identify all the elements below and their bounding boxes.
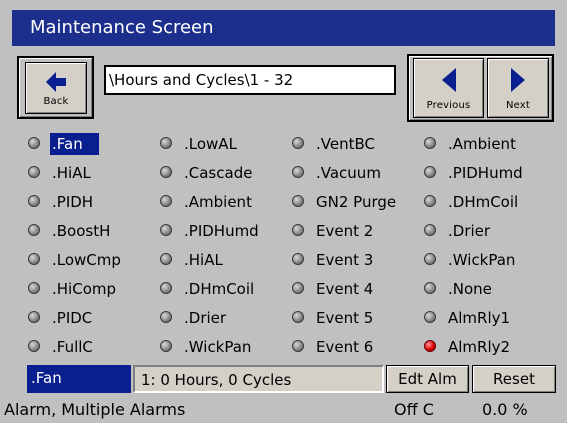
left-arrow-icon: [46, 72, 66, 92]
led-off-icon: [160, 311, 172, 323]
led-off-icon: [28, 137, 40, 149]
percent-text: 0.0 %: [482, 400, 528, 419]
counter-item-label: .HiAL: [52, 164, 91, 182]
led-off-icon: [424, 224, 436, 236]
counter-item-label: .LowCmp: [52, 251, 121, 269]
counter-item-label: .Ambient: [448, 135, 516, 153]
counter-item-label: GN2 Purge: [316, 193, 397, 211]
led-off-icon: [28, 311, 40, 323]
led-off-icon: [292, 195, 304, 207]
counter-item-label: .WickPan: [184, 338, 252, 356]
counter-item-label: .Ambient: [184, 193, 252, 211]
led-off-icon: [160, 282, 172, 294]
counter-item-label: Event 6: [316, 338, 374, 356]
led-on-icon: [424, 340, 436, 352]
counter-item-label: .PIDHumd: [448, 164, 523, 182]
back-button[interactable]: Back: [25, 62, 87, 114]
counter-item-label: .BoostH: [52, 222, 111, 240]
previous-label: Previous: [426, 100, 471, 111]
counter-item-label: .Drier: [448, 222, 491, 240]
counter-item-label: Event 4: [316, 280, 374, 298]
led-off-icon: [292, 340, 304, 352]
counter-item-label: .HiComp: [52, 280, 116, 298]
led-off-icon: [424, 166, 436, 178]
screen-title: Maintenance Screen: [12, 10, 555, 46]
led-off-icon: [28, 224, 40, 236]
led-off-icon: [160, 253, 172, 265]
led-off-icon: [28, 166, 40, 178]
counter-item-label: Event 3: [316, 251, 374, 269]
counter-item-label: .VentBC: [316, 135, 375, 153]
counter-item-label: .Vacuum: [316, 164, 381, 182]
counter-item-label: Event 5: [316, 309, 374, 327]
counter-item-label: .None: [448, 280, 492, 298]
selected-item-field: .Fan: [27, 365, 131, 393]
led-off-icon: [160, 340, 172, 352]
left-triangle-icon: [441, 68, 456, 92]
led-off-icon: [28, 253, 40, 265]
counter-item-label: .Fan: [50, 133, 99, 155]
led-off-icon: [424, 195, 436, 207]
led-off-icon: [424, 137, 436, 149]
next-button[interactable]: Next: [487, 58, 549, 118]
led-off-icon: [160, 137, 172, 149]
counter-item-label: .WickPan: [448, 251, 516, 269]
selected-info-field: 1: 0 Hours, 0 Cycles: [133, 365, 384, 393]
led-off-icon: [28, 340, 40, 352]
edit-alarm-button[interactable]: Edt Alm: [386, 365, 469, 393]
status-text: Alarm, Multiple Alarms: [4, 400, 186, 419]
counter-item-label: AlmRly1: [448, 309, 511, 327]
led-off-icon: [292, 253, 304, 265]
counter-item-label: .LowAL: [184, 135, 237, 153]
counter-item-label: .PIDH: [52, 193, 94, 211]
counter-item-label: .DHmCoil: [448, 193, 519, 211]
back-label: Back: [43, 96, 69, 107]
led-off-icon: [292, 224, 304, 236]
counter-item-label: .PIDC: [52, 309, 93, 327]
led-off-icon: [160, 224, 172, 236]
led-off-icon: [160, 195, 172, 207]
led-off-icon: [292, 282, 304, 294]
next-label: Next: [505, 100, 531, 111]
led-off-icon: [160, 166, 172, 178]
led-off-icon: [424, 253, 436, 265]
counter-item-label: .HiAL: [184, 251, 223, 269]
led-off-icon: [292, 311, 304, 323]
reset-button[interactable]: Reset: [472, 365, 556, 393]
status-bar: Alarm, Multiple Alarms Off C 0.0 %: [0, 396, 567, 423]
led-off-icon: [292, 166, 304, 178]
path-field[interactable]: \Hours and Cycles\1 - 32: [104, 65, 396, 95]
led-off-icon: [424, 311, 436, 323]
counter-item-label: AlmRly2: [448, 338, 511, 356]
counter-item-label: Event 2: [316, 222, 374, 240]
counter-item-label: .FullC: [52, 338, 93, 356]
counter-item-label: .DHmCoil: [184, 280, 255, 298]
mode-text: Off C: [394, 400, 434, 419]
led-off-icon: [28, 282, 40, 294]
led-off-icon: [28, 195, 40, 207]
led-off-icon: [292, 137, 304, 149]
counter-item-label: .Cascade: [184, 164, 253, 182]
counter-item-label: .PIDHumd: [184, 222, 259, 240]
right-triangle-icon: [511, 68, 525, 92]
counter-item-label: .Drier: [184, 309, 227, 327]
previous-button[interactable]: Previous: [413, 58, 484, 118]
led-off-icon: [424, 282, 436, 294]
